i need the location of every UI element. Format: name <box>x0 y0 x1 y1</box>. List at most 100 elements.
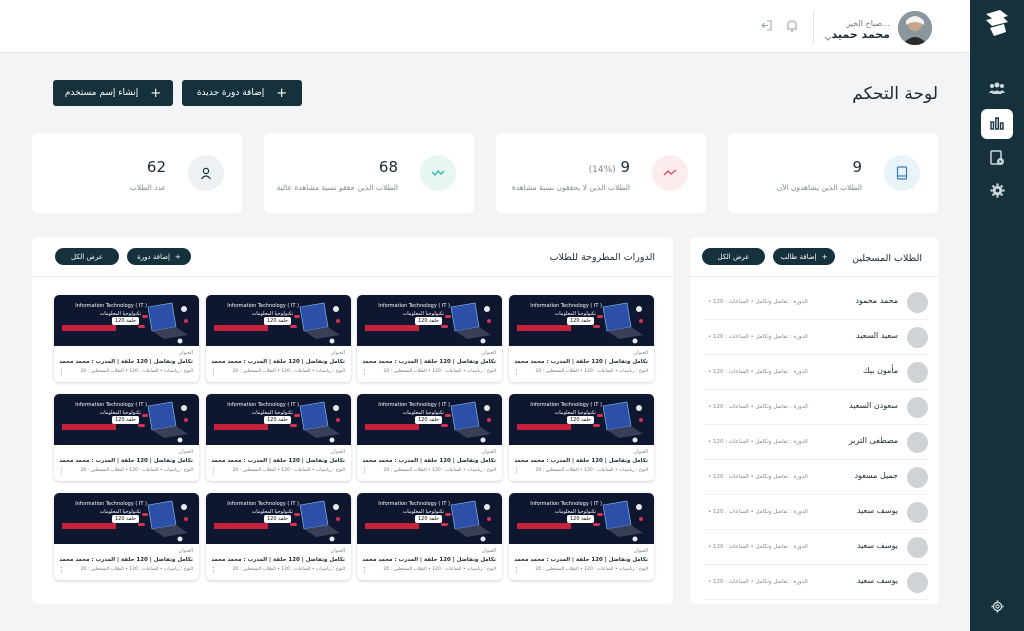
card-course-meta: النوع : رياضيات • الساعات : 120 • الطلاب… <box>383 468 496 473</box>
more-options-icon[interactable]: ⋮ <box>58 369 65 376</box>
add-student-label: إضافة طالب <box>780 252 817 261</box>
plus-icon: + <box>276 85 288 101</box>
stat-card-watching-now: 9 الطلاب الذين يشاهدون الآن <box>728 133 938 213</box>
users-nav-button[interactable] <box>981 73 1013 103</box>
card-title-label: العنوان <box>633 449 648 455</box>
app-logo[interactable] <box>980 6 1014 40</box>
card-title-label: العنوان <box>178 449 193 455</box>
course-card[interactable]: Information Technology ( IT ) تكنولوجيا ا… <box>509 493 654 580</box>
courses-view-all-button[interactable]: عرض الكل <box>55 248 119 265</box>
more-options-icon[interactable]: ⋮ <box>58 567 65 574</box>
card-course-meta: النوع : رياضيات • الساعات : 120 • الطلاب… <box>535 468 648 473</box>
student-name: سعيد السعيد <box>856 331 898 340</box>
more-options-icon[interactable]: ⋮ <box>361 567 368 574</box>
laptop-illustration-icon <box>138 302 188 344</box>
laptop-illustration-icon <box>593 302 643 344</box>
add-course-button[interactable]: إضافة دورة جديدة + <box>182 80 302 106</box>
thumb-banner <box>62 424 116 430</box>
student-meta: • الدورة : تفاضل وتكامل • الساعات : 120 <box>708 474 808 480</box>
bell-icon[interactable] <box>786 17 798 36</box>
stat-value: 9 (14%) <box>588 158 630 176</box>
course-card[interactable]: Information Technology ( IT ) تكنولوجيا ا… <box>54 295 199 382</box>
student-meta: • الدورة : تفاضل وتكامل • الساعات : 120 <box>708 579 808 585</box>
course-card[interactable]: Information Technology ( IT ) تكنولوجيا ا… <box>206 394 351 481</box>
chevron-down-icon[interactable] <box>824 27 832 46</box>
course-card[interactable]: Information Technology ( IT ) تكنولوجيا ا… <box>509 394 654 481</box>
thumb-banner <box>214 424 268 430</box>
student-row[interactable]: يوسف سعيد • الدورة : تفاضل وتكامل • الساع… <box>704 531 928 565</box>
student-row[interactable]: يوسف سعيد • الدورة : تفاضل وتكامل • الساع… <box>704 496 928 530</box>
course-card[interactable]: Information Technology ( IT ) تكنولوجيا ا… <box>357 295 502 382</box>
plus-icon: + <box>821 252 828 261</box>
student-row[interactable]: سعيد السعيد • الدورة : تفاضل وتكامل • الس… <box>704 321 928 355</box>
card-title-label: العنوان <box>481 548 496 554</box>
card-course-meta: النوع : رياضيات • الساعات : 120 • الطلاب… <box>232 468 345 473</box>
more-options-icon[interactable]: ⋮ <box>58 468 65 475</box>
thumb-banner <box>62 523 116 529</box>
thumb-banner <box>365 424 419 430</box>
more-options-icon[interactable]: ⋮ <box>361 468 368 475</box>
user-name[interactable]: محمد حميد <box>832 28 890 41</box>
course-card[interactable]: Information Technology ( IT ) تكنولوجيا ا… <box>54 493 199 580</box>
bottom-settings-button[interactable] <box>981 592 1013 622</box>
card-course-meta: النوع : رياضيات • الساعات : 120 • الطلاب… <box>80 468 193 473</box>
card-course-info: تكامل وتفاضل | 120 حلقة | المدرب : محمد … <box>211 557 345 563</box>
more-options-icon[interactable]: ⋮ <box>513 468 520 475</box>
course-thumbnail: Information Technology ( IT ) تكنولوجيا ا… <box>54 394 199 445</box>
more-options-icon[interactable]: ⋮ <box>210 567 217 574</box>
student-row[interactable]: مأمون بيك • الدورة : تفاضل وتكامل • الساع… <box>704 356 928 390</box>
student-avatar <box>907 362 928 383</box>
settings-nav-button[interactable] <box>981 177 1013 207</box>
more-options-icon[interactable]: ⋮ <box>361 369 368 376</box>
student-name: يوسف سعيد <box>856 576 898 585</box>
stat-card-high-viewing: 68 الطلاب الذين حققو نسبة مشاهدة عالية <box>264 133 474 213</box>
courses-nav-button[interactable] <box>981 145 1013 175</box>
dashboard-nav-button[interactable] <box>981 109 1013 139</box>
student-row[interactable]: جميل مسعود • الدورة : تفاضل وتكامل • السا… <box>704 461 928 495</box>
card-title-label: العنوان <box>178 350 193 356</box>
more-options-icon[interactable]: ⋮ <box>513 567 520 574</box>
student-row[interactable]: يوسف سعيد • الدورة : تفاضل وتكامل • الساع… <box>704 566 928 600</box>
card-course-info: تكامل وتفاضل | 120 حلقة | المدرب : محمد … <box>362 359 496 365</box>
student-name: مأمون بيك <box>863 366 898 375</box>
students-view-all-button[interactable]: عرض الكل <box>702 248 765 265</box>
add-student-button[interactable]: إضافة طالب + <box>773 248 835 265</box>
logout-icon[interactable] <box>760 17 773 36</box>
card-title-label: العنوان <box>178 548 193 554</box>
course-card[interactable]: Information Technology ( IT ) تكنولوجيا ا… <box>509 295 654 382</box>
student-name: مصطفى الترير <box>848 436 898 445</box>
create-user-button[interactable]: إنشاء إسم مستخدم + <box>53 80 173 106</box>
course-card[interactable]: Information Technology ( IT ) تكنولوجيا ا… <box>54 394 199 481</box>
more-options-icon[interactable]: ⋮ <box>210 369 217 376</box>
laptop-illustration-icon <box>138 500 188 542</box>
student-row[interactable]: مصطفى الترير • الدورة : تفاضل وتكامل • ال… <box>704 426 928 460</box>
student-row[interactable]: محمد محمود • الدورة : تفاضل وتكامل • السا… <box>704 286 928 320</box>
thumb-banner <box>62 325 116 331</box>
course-card[interactable]: Information Technology ( IT ) تكنولوجيا ا… <box>206 295 351 382</box>
student-name: محمد محمود <box>855 296 898 305</box>
user-avatar[interactable] <box>898 11 932 45</box>
more-options-icon[interactable]: ⋮ <box>513 369 520 376</box>
card-course-meta: النوع : رياضيات • الساعات : 120 • الطلاب… <box>535 369 648 374</box>
course-thumbnail: Information Technology ( IT ) تكنولوجيا ا… <box>357 493 502 544</box>
student-meta: • الدورة : تفاضل وتكامل • الساعات : 120 <box>708 544 808 550</box>
course-card[interactable]: Information Technology ( IT ) تكنولوجيا ا… <box>357 394 502 481</box>
add-course-pill-button[interactable]: إضافة دورة + <box>127 248 191 265</box>
course-card[interactable]: Information Technology ( IT ) تكنولوجيا ا… <box>357 493 502 580</box>
add-course-label: إضافة دورة جديدة <box>196 88 265 98</box>
student-row[interactable]: سعودن السعيد • الدورة : تفاضل وتكامل • ال… <box>704 391 928 425</box>
stat-label: عدد الطلاب <box>129 183 166 192</box>
card-course-info: تكامل وتفاضل | 120 حلقة | المدرب : محمد … <box>59 359 193 365</box>
more-options-icon[interactable]: ⋮ <box>210 468 217 475</box>
course-card[interactable]: Information Technology ( IT ) تكنولوجيا ا… <box>206 493 351 580</box>
card-course-info: تكامل وتفاضل | 120 حلقة | المدرب : محمد … <box>211 458 345 464</box>
page-title: لوحة التحكم <box>852 84 938 104</box>
bar-chart-icon <box>990 115 1004 134</box>
thumb-banner <box>365 325 419 331</box>
trend-up-icon <box>420 155 456 191</box>
student-avatar <box>907 327 928 348</box>
courses-panel-title: الدورات المطروحة للطلاب <box>549 252 655 263</box>
students-panel-title: الطلاب المسجلين <box>852 253 922 264</box>
student-meta: • الدورة : تفاضل وتكامل • الساعات : 120 <box>708 404 808 410</box>
stat-value: 68 <box>378 158 398 176</box>
